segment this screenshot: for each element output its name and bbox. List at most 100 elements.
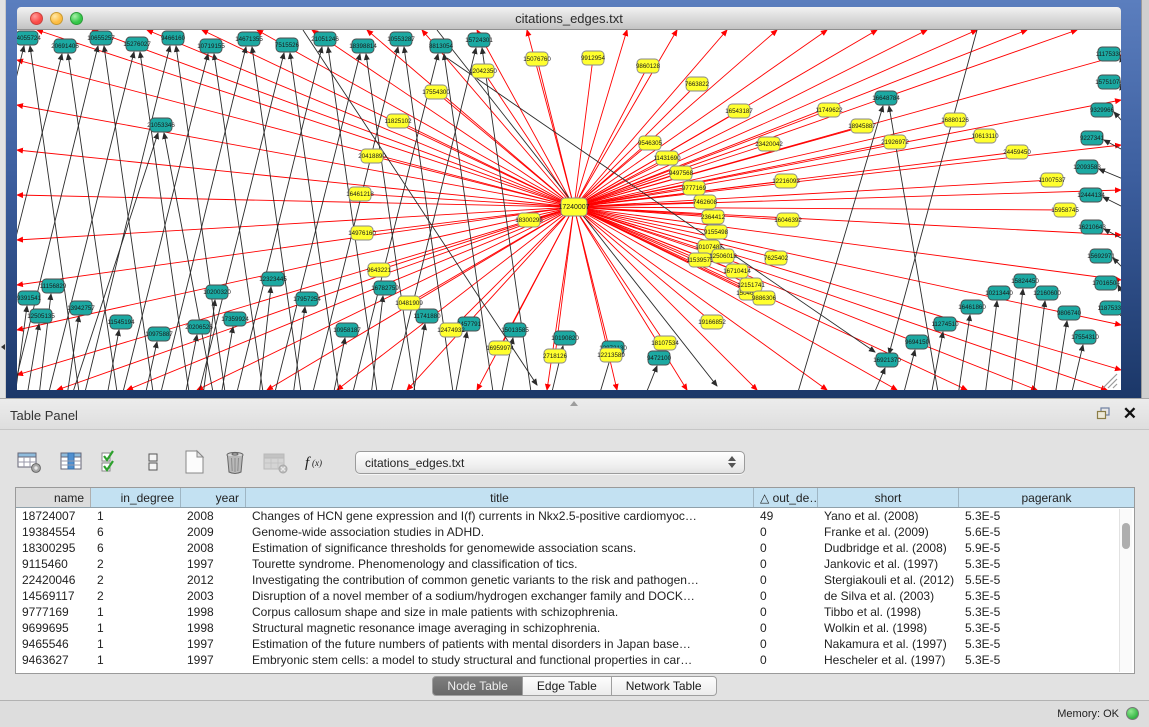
- graph-node[interactable]: 15958745: [1051, 203, 1079, 217]
- graph-node[interactable]: 12216093: [772, 174, 800, 188]
- graph-node[interactable]: 15751074: [1095, 75, 1121, 89]
- collapse-panel-icon[interactable]: [1, 344, 5, 350]
- graph-node[interactable]: 11875330: [1097, 301, 1121, 315]
- graph-node[interactable]: 10481909: [395, 296, 423, 310]
- import-table-disabled-icon[interactable]: [261, 447, 291, 477]
- graph-node[interactable]: 16782759: [371, 281, 399, 295]
- graph-node[interactable]: 15724301: [465, 33, 493, 47]
- graph-node[interactable]: 7462608: [693, 195, 718, 209]
- column-header-out_degree[interactable]: △ out_de…: [754, 488, 818, 507]
- graph-node[interactable]: 10190820: [551, 331, 579, 345]
- column-header-name[interactable]: name: [16, 488, 91, 507]
- graph-node[interactable]: 21926972: [881, 135, 909, 149]
- graph-node[interactable]: 9546305: [638, 136, 663, 150]
- splitter-handle-icon[interactable]: [570, 401, 578, 406]
- graph-node[interactable]: 11175330: [1096, 47, 1121, 61]
- graph-node[interactable]: 23420042: [755, 137, 783, 151]
- graph-node[interactable]: 18107534: [651, 336, 679, 350]
- graph-node[interactable]: 12323445: [259, 272, 287, 286]
- column-header-pagerank[interactable]: pagerank: [959, 488, 1134, 507]
- graph-node[interactable]: 12474932: [437, 323, 465, 337]
- graph-node[interactable]: 9806740: [1057, 306, 1082, 320]
- graph-node[interactable]: 14976160: [348, 226, 376, 240]
- graph-node[interactable]: 10213440: [985, 286, 1013, 300]
- graph-node[interactable]: 9912954: [581, 51, 606, 65]
- graph-node[interactable]: 13942757: [67, 301, 95, 315]
- table-row[interactable]: 946554611997Estimation of the future num…: [16, 636, 1134, 652]
- memory-ok-icon[interactable]: [1126, 707, 1139, 720]
- graph-node[interactable]: 17554310: [1071, 330, 1099, 344]
- column-header-short[interactable]: short: [818, 488, 959, 507]
- graph-node[interactable]: 14671355: [235, 32, 263, 46]
- graph-node[interactable]: 17016504: [1092, 276, 1120, 290]
- graph-node[interactable]: 15824450: [1011, 274, 1039, 288]
- graph-node[interactable]: 18398814: [349, 39, 377, 53]
- graph-node[interactable]: 24459450: [1003, 145, 1031, 159]
- graph-node[interactable]: 10958187: [333, 323, 361, 337]
- graph-node[interactable]: 16959974: [486, 341, 514, 355]
- tab-edge-table[interactable]: Edge Table: [523, 676, 612, 696]
- tab-node-table[interactable]: Node Table: [432, 676, 523, 696]
- function-builder-icon[interactable]: f(x): [302, 447, 332, 477]
- column-visibility-icon[interactable]: [56, 447, 86, 477]
- table-header-row[interactable]: namein_degreeyeartitle△ out_de…shortpage…: [16, 488, 1134, 508]
- table-row[interactable]: 977716911998Corpus callosum shape and si…: [16, 604, 1134, 620]
- graph-node[interactable]: 16648784: [872, 91, 900, 105]
- graph-node[interactable]: 9466160: [161, 31, 186, 45]
- graph-node[interactable]: 12505135: [27, 309, 55, 323]
- graph-node[interactable]: 12506012: [709, 249, 737, 263]
- graph-node[interactable]: 9227341: [1080, 131, 1105, 145]
- graph-node[interactable]: 9643221: [367, 263, 392, 277]
- close-panel-icon[interactable]: ✕: [1123, 405, 1137, 423]
- graph-node[interactable]: 7515526: [275, 38, 300, 52]
- column-header-in_degree[interactable]: in_degree: [91, 488, 181, 507]
- tab-network-table[interactable]: Network Table: [612, 676, 717, 696]
- graph-node[interactable]: 24055724: [17, 31, 41, 45]
- graph-node[interactable]: 9391541: [17, 291, 42, 305]
- graph-node[interactable]: 15013585: [501, 323, 529, 337]
- graph-node[interactable]: 20206526: [185, 320, 213, 334]
- graph-node[interactable]: 16461860: [958, 300, 986, 314]
- graph-node[interactable]: 15692971: [1087, 249, 1115, 263]
- table-panel-header[interactable]: Table Panel ✕: [0, 398, 1149, 430]
- graph-node[interactable]: 12151741: [737, 278, 765, 292]
- graph-node[interactable]: 12093583: [1073, 160, 1101, 174]
- table-row[interactable]: 1456911722003Disruption of a novel membe…: [16, 588, 1134, 604]
- network-window-titlebar[interactable]: citations_edges.txt: [17, 7, 1121, 30]
- graph-node[interactable]: 9777169: [682, 181, 707, 195]
- graph-node[interactable]: 18300295: [515, 213, 543, 227]
- resize-grip-icon[interactable]: [1103, 374, 1117, 388]
- graph-node[interactable]: 9329966: [1090, 103, 1115, 117]
- graph-node[interactable]: 11825102: [384, 114, 412, 128]
- graph-node[interactable]: 21051246: [311, 32, 339, 46]
- graph-node[interactable]: 10200320: [203, 285, 231, 299]
- graph-node[interactable]: 16461218: [346, 187, 374, 201]
- graph-node[interactable]: 16921370: [873, 353, 901, 367]
- graph-node[interactable]: 20418890: [358, 149, 386, 163]
- select-rows-icon[interactable]: [97, 447, 127, 477]
- graph-node[interactable]: 15076760: [523, 52, 551, 66]
- graph-node[interactable]: 12213589: [597, 348, 625, 362]
- graph-node[interactable]: 2718126: [543, 349, 568, 363]
- graph-node[interactable]: 10655257: [87, 31, 115, 45]
- graph-node[interactable]: 16543187: [725, 104, 753, 118]
- network-canvas[interactable]: 2405572420691406106552571527602794661601…: [17, 30, 1121, 390]
- graph-node[interactable]: 9155498: [704, 225, 729, 239]
- graph-node[interactable]: 12160600: [1033, 286, 1061, 300]
- row-height-icon[interactable]: [138, 447, 168, 477]
- graph-node[interactable]: 12042350: [469, 64, 497, 78]
- graph-node[interactable]: 17240007: [558, 198, 589, 216]
- graph-node[interactable]: 2364412: [701, 210, 726, 224]
- graph-node[interactable]: 11274510: [931, 317, 959, 331]
- graph-node[interactable]: 7625402: [764, 251, 789, 265]
- graph-node[interactable]: 15276027: [123, 37, 151, 51]
- column-header-year[interactable]: year: [181, 488, 246, 507]
- graph-node[interactable]: 9886306: [752, 291, 777, 305]
- graph-node[interactable]: 10613110: [971, 129, 999, 143]
- graph-node[interactable]: 16710414: [723, 264, 751, 278]
- table-row[interactable]: 2242004622012Investigating the contribut…: [16, 572, 1134, 588]
- table-row[interactable]: 1938455462009Genome-wide association stu…: [16, 524, 1134, 540]
- graph-node[interactable]: 12444134: [1077, 188, 1105, 202]
- graph-node[interactable]: 11741880: [413, 309, 441, 323]
- graph-node[interactable]: 7663822: [685, 77, 710, 91]
